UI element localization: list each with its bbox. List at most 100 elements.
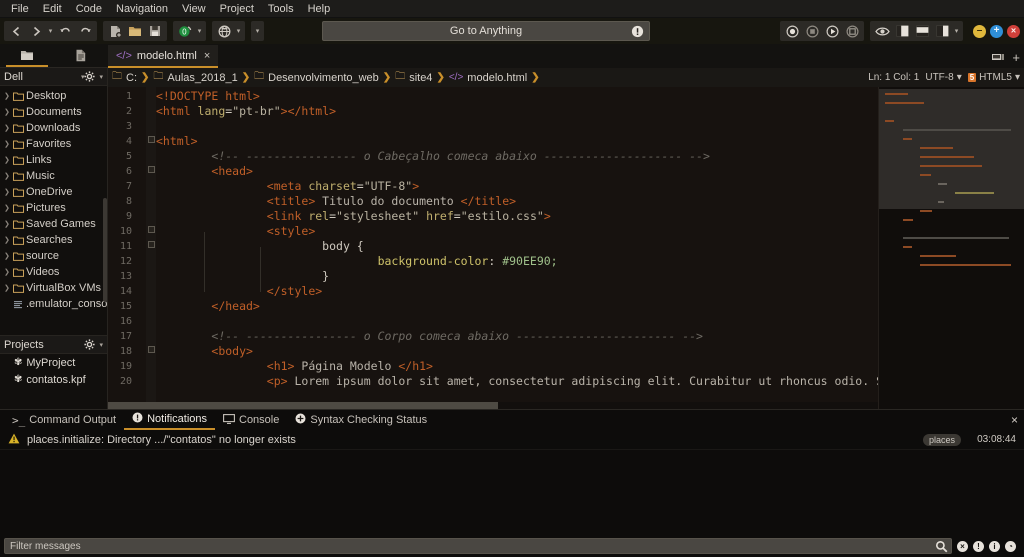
notification-row[interactable]: places.initialize: Directory .../"contat… xyxy=(0,430,1024,450)
list-item[interactable]: ❯ OneDrive xyxy=(0,184,107,200)
places-tab[interactable] xyxy=(6,44,48,67)
code-line[interactable]: <html> xyxy=(156,134,878,149)
expand-twisty-icon[interactable]: ❯ xyxy=(4,252,13,260)
search-icon[interactable] xyxy=(935,540,948,556)
window-close-button[interactable]: × xyxy=(1007,24,1020,38)
close-bottom-panel-button[interactable]: × xyxy=(1011,413,1018,427)
menu-item-tools[interactable]: Tools xyxy=(261,2,301,16)
code-line[interactable]: background-color: #90EE90; xyxy=(156,254,878,269)
code-editor[interactable]: 1 2 3 4 5 6 7 8 9 10 11 12 13 14 15 16 17 18 19 20 <!DOCTYP… xyxy=(108,87,878,409)
code-line[interactable]: body { xyxy=(156,239,878,254)
expand-twisty-icon[interactable]: ❯ xyxy=(4,172,13,180)
forward-button[interactable] xyxy=(26,21,46,41)
places-gear-button[interactable]: ▾ xyxy=(84,71,103,82)
code-line[interactable]: <!DOCTYPE html> xyxy=(156,89,878,104)
globe-icon[interactable] xyxy=(214,21,234,41)
places-tree[interactable]: ❯ Desktop ❯ Documents ❯ Downloads ❯ Favorite… xyxy=(0,86,107,335)
code-line[interactable]: <html lang="pt-br"></html> xyxy=(156,104,878,119)
editor-horizontal-scrollbar[interactable] xyxy=(108,402,878,409)
tab-notifications[interactable]: Notifications xyxy=(124,410,215,430)
gear-chevron-down-icon[interactable]: ▾ xyxy=(99,341,103,349)
expand-twisty-icon[interactable]: ❯ xyxy=(4,204,13,212)
list-item[interactable]: ❯ Music xyxy=(0,168,107,184)
pane-bottom-icon[interactable] xyxy=(912,21,932,41)
redo-button[interactable] xyxy=(75,21,95,41)
code-line[interactable] xyxy=(156,119,878,134)
new-file-icon[interactable] xyxy=(105,21,125,41)
breadcrumb-item-aulas[interactable]: 🗀 Aulas_2018_1 xyxy=(153,69,237,86)
preview-chevron-down-icon[interactable]: ▾ xyxy=(234,21,243,41)
expand-twisty-icon[interactable]: ❯ xyxy=(4,156,13,164)
back-button[interactable] xyxy=(6,21,26,41)
list-item[interactable]: ❯ source xyxy=(0,248,107,264)
expand-twisty-icon[interactable]: ❯ xyxy=(4,124,13,132)
sidebar-scrollbar[interactable] xyxy=(103,198,107,302)
code-line[interactable]: <body> xyxy=(156,344,878,359)
places-root-label[interactable]: Dell xyxy=(4,71,79,83)
tab-command-output[interactable]: >_ Command Output xyxy=(4,410,124,430)
code-folding-column[interactable] xyxy=(146,87,156,409)
language-selector[interactable]: 5 HTML5 ▾ xyxy=(967,72,1020,83)
zoom-in-button[interactable]: + xyxy=(990,24,1003,38)
filter-messages-input[interactable]: Filter messages xyxy=(4,538,952,554)
warning-count-icon[interactable]: ! xyxy=(973,540,984,552)
info-icon[interactable] xyxy=(631,25,644,41)
fold-toggle-icon[interactable] xyxy=(148,166,155,173)
list-item[interactable]: ❯ Desktop xyxy=(0,88,107,104)
expand-twisty-icon[interactable]: ❯ xyxy=(4,92,13,100)
fold-toggle-icon[interactable] xyxy=(148,136,155,143)
code-line[interactable]: <link rel="stylesheet" href="estilo.css"… xyxy=(156,209,878,224)
code-minimap[interactable] xyxy=(878,87,1024,409)
breadcrumb-item-file[interactable]: </> modelo.html xyxy=(449,72,527,84)
list-item[interactable]: ❯ Documents xyxy=(0,104,107,120)
chevron-down-icon[interactable]: ▾ xyxy=(46,21,55,41)
code-line[interactable]: <head> xyxy=(156,164,878,179)
code-line[interactable] xyxy=(156,314,878,329)
code-line[interactable]: </head> xyxy=(156,299,878,314)
editor-tab-modelo-html[interactable]: </> modelo.html × xyxy=(108,45,219,68)
record-icon[interactable] xyxy=(782,21,802,41)
menu-item-edit[interactable]: Edit xyxy=(36,2,69,16)
new-tab-button[interactable]: + xyxy=(1012,50,1020,65)
pane-right-icon[interactable] xyxy=(932,21,952,41)
expand-twisty-icon[interactable]: ❯ xyxy=(4,108,13,116)
code-line[interactable]: } xyxy=(156,269,878,284)
tab-console[interactable]: Console xyxy=(215,410,287,430)
error-count-icon[interactable]: × xyxy=(957,540,968,552)
fold-toggle-icon[interactable] xyxy=(148,226,155,233)
code-lines[interactable]: <!DOCTYPE html> <html lang="pt-br"></html… xyxy=(156,89,878,389)
eye-icon[interactable] xyxy=(872,21,892,41)
code-line[interactable]: <!-- ---------------- o Corpo comeca aba… xyxy=(156,329,878,344)
menu-item-file[interactable]: File xyxy=(4,2,36,16)
tab-syntax-checking-status[interactable]: Syntax Checking Status xyxy=(287,410,435,430)
list-item[interactable]: ❯ VirtualBox VMs xyxy=(0,280,107,296)
menu-item-view[interactable]: View xyxy=(175,2,213,16)
projects-gear-button[interactable]: ▾ xyxy=(84,339,103,350)
expand-twisty-icon[interactable]: ❯ xyxy=(4,284,13,292)
list-item[interactable]: ❯ Downloads xyxy=(0,120,107,136)
list-item[interactable]: .emulator_console xyxy=(0,296,107,312)
expand-twisty-icon[interactable]: ❯ xyxy=(4,220,13,228)
code-line[interactable]: <!-- ---------------- o Cabeçalho comeca… xyxy=(156,149,878,164)
run-chevron-down-icon[interactable]: ▾ xyxy=(195,21,204,41)
code-line[interactable]: <style> xyxy=(156,224,878,239)
play-icon[interactable] xyxy=(822,21,842,41)
project-item-myproject[interactable]: ✾ MyProject xyxy=(0,354,107,371)
menu-item-navigation[interactable]: Navigation xyxy=(109,2,175,16)
scrollbar-thumb[interactable] xyxy=(108,402,498,409)
code-line[interactable]: <h1> Página Modelo </h1> xyxy=(156,359,878,374)
list-item[interactable]: ❯ Pictures xyxy=(0,200,107,216)
code-line[interactable]: </style> xyxy=(156,284,878,299)
open-folder-icon[interactable] xyxy=(125,21,145,41)
fold-toggle-icon[interactable] xyxy=(148,346,155,353)
expand-twisty-icon[interactable]: ❯ xyxy=(4,140,13,148)
menu-item-code[interactable]: Code xyxy=(69,2,109,16)
layout-chevron-down-icon[interactable]: ▾ xyxy=(952,21,961,41)
run-green-icon[interactable]: 0 xyxy=(175,21,195,41)
breadcrumb-item-site4[interactable]: 🗀 site4 xyxy=(395,69,432,86)
menu-item-help[interactable]: Help xyxy=(301,2,338,16)
zoom-out-button[interactable]: – xyxy=(973,24,986,38)
code-line[interactable]: <meta charset="UTF-8"> xyxy=(156,179,878,194)
expand-twisty-icon[interactable]: ❯ xyxy=(4,188,13,196)
breadcrumb-item-drive[interactable]: 🗀 C: xyxy=(112,69,137,86)
